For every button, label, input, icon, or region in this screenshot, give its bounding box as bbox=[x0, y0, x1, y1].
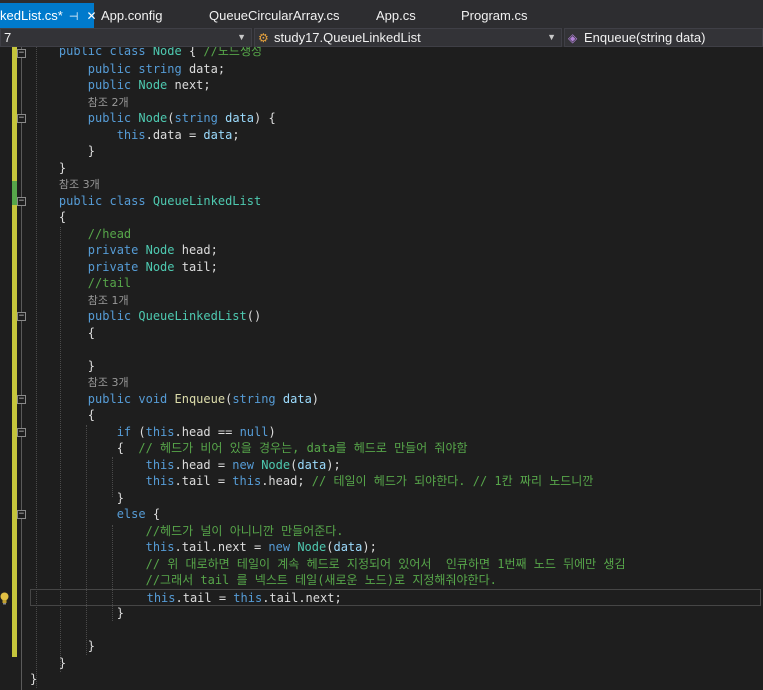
change-tracking-bar bbox=[12, 47, 17, 657]
member-label: Enqueue(string data) bbox=[584, 30, 706, 45]
tab-queue-linked-list[interactable]: kedList.cs* ⊣ ✕ bbox=[0, 3, 97, 28]
code-line: private Node head; bbox=[87, 243, 218, 257]
code-line: public string data; bbox=[87, 62, 226, 76]
code-line: //head bbox=[87, 227, 132, 241]
collapse-icon[interactable]: − bbox=[17, 395, 26, 404]
reference-count[interactable]: 참조 3개 bbox=[30, 176, 100, 193]
collapse-icon[interactable]: − bbox=[17, 312, 26, 321]
code-line: else { bbox=[116, 507, 161, 521]
code-line: { bbox=[30, 210, 67, 224]
member-dropdown[interactable]: ◈ Enqueue(string data) bbox=[564, 28, 763, 47]
code-line: public class Node { //노드생성 bbox=[58, 47, 263, 58]
code-line: //헤드가 널이 아니니깐 만들어준다. bbox=[145, 524, 344, 538]
tab-app-config[interactable]: App.config bbox=[101, 3, 162, 28]
project-label: 7 bbox=[4, 30, 12, 45]
code-line: //그래서 tail 를 넥스트 테일(새로운 노드)로 지정해줘야한다. bbox=[145, 573, 497, 587]
code-line: { // 헤드가 비어 있을 경우는, data를 헤드로 만들어 줘야함 bbox=[30, 441, 468, 455]
code-line: { bbox=[30, 326, 96, 340]
code-line: public Node(string data) { bbox=[87, 111, 276, 125]
reference-count[interactable]: 참조 2개 bbox=[30, 94, 129, 111]
code-line: } bbox=[30, 672, 38, 686]
close-icon[interactable]: ✕ bbox=[86, 9, 96, 23]
method-icon: ◈ bbox=[568, 31, 578, 45]
current-code-line[interactable]: this.tail = this.tail.next; bbox=[30, 589, 761, 606]
code-line: this.data = data; bbox=[116, 128, 240, 142]
chevron-down-icon: ▼ bbox=[547, 32, 556, 42]
code-line: { bbox=[30, 408, 96, 422]
class-label: study17.QueueLinkedList bbox=[274, 30, 421, 45]
lightbulb-icon[interactable] bbox=[0, 592, 9, 605]
tab-label: kedList.cs* bbox=[0, 8, 63, 23]
tab-queue-circular-array[interactable]: QueueCircularArray.cs bbox=[209, 3, 340, 28]
code-line: } bbox=[30, 359, 96, 373]
code-line: } bbox=[30, 639, 96, 653]
collapse-icon[interactable]: − bbox=[17, 510, 26, 519]
outline-line bbox=[21, 47, 22, 690]
pin-icon[interactable]: ⊣ bbox=[69, 11, 79, 23]
reference-count[interactable]: 참조 3개 bbox=[30, 374, 129, 391]
project-dropdown[interactable]: 7 ▼ bbox=[0, 28, 252, 47]
code-line: this.head = new Node(data); bbox=[145, 458, 341, 472]
code-line: this.tail = this.head; // 테일이 헤드가 되야한다. … bbox=[145, 474, 594, 488]
reference-count[interactable]: 참조 1개 bbox=[30, 292, 129, 309]
document-tab-bar: kedList.cs* ⊣ ✕ App.config QueueCircularAr… bbox=[0, 0, 763, 28]
code-line: //tail bbox=[87, 276, 132, 290]
collapse-icon[interactable]: − bbox=[17, 49, 26, 58]
class-dropdown[interactable]: ⚙ study17.QueueLinkedList ▼ bbox=[254, 28, 562, 47]
tab-label: App.cs bbox=[376, 8, 416, 23]
code-line: private Node tail; bbox=[87, 260, 218, 274]
code-line: } bbox=[30, 606, 124, 620]
collapse-icon[interactable]: − bbox=[17, 197, 26, 206]
tab-label: App.config bbox=[101, 8, 163, 23]
code-line: public Node next; bbox=[87, 78, 211, 92]
code-line: } bbox=[30, 491, 124, 505]
code-line: public void Enqueue(string data) bbox=[87, 392, 320, 406]
collapse-icon[interactable]: − bbox=[17, 114, 26, 123]
collapse-icon[interactable]: − bbox=[17, 428, 26, 437]
code-line: public QueueLinkedList() bbox=[87, 309, 262, 323]
code-line: } bbox=[30, 161, 67, 175]
tab-label: Program.cs bbox=[461, 8, 528, 23]
class-icon: ⚙ bbox=[258, 31, 269, 45]
tab-label: QueueCircularArray.cs bbox=[209, 8, 340, 23]
code-editor[interactable]: − − − − − − − public class Node { //노드생성… bbox=[0, 47, 763, 690]
tab-app-cs[interactable]: App.cs bbox=[376, 3, 416, 28]
chevron-down-icon: ▼ bbox=[237, 32, 246, 42]
code-line: } bbox=[30, 656, 67, 670]
code-line: this.tail.next = new Node(data); bbox=[145, 540, 377, 554]
code-line: // 위 대로하면 테일이 계속 헤드로 지정되어 있어서 인큐하면 1번째 노… bbox=[145, 557, 626, 571]
tab-program-cs[interactable]: Program.cs bbox=[461, 3, 527, 28]
code-line: public class QueueLinkedList bbox=[58, 194, 262, 208]
code-line: } bbox=[30, 144, 96, 158]
code-line: if (this.head == null) bbox=[116, 425, 276, 439]
navigation-bar: 7 ▼ ⚙ study17.QueueLinkedList ▼ ◈ Enqueue(… bbox=[0, 28, 763, 47]
